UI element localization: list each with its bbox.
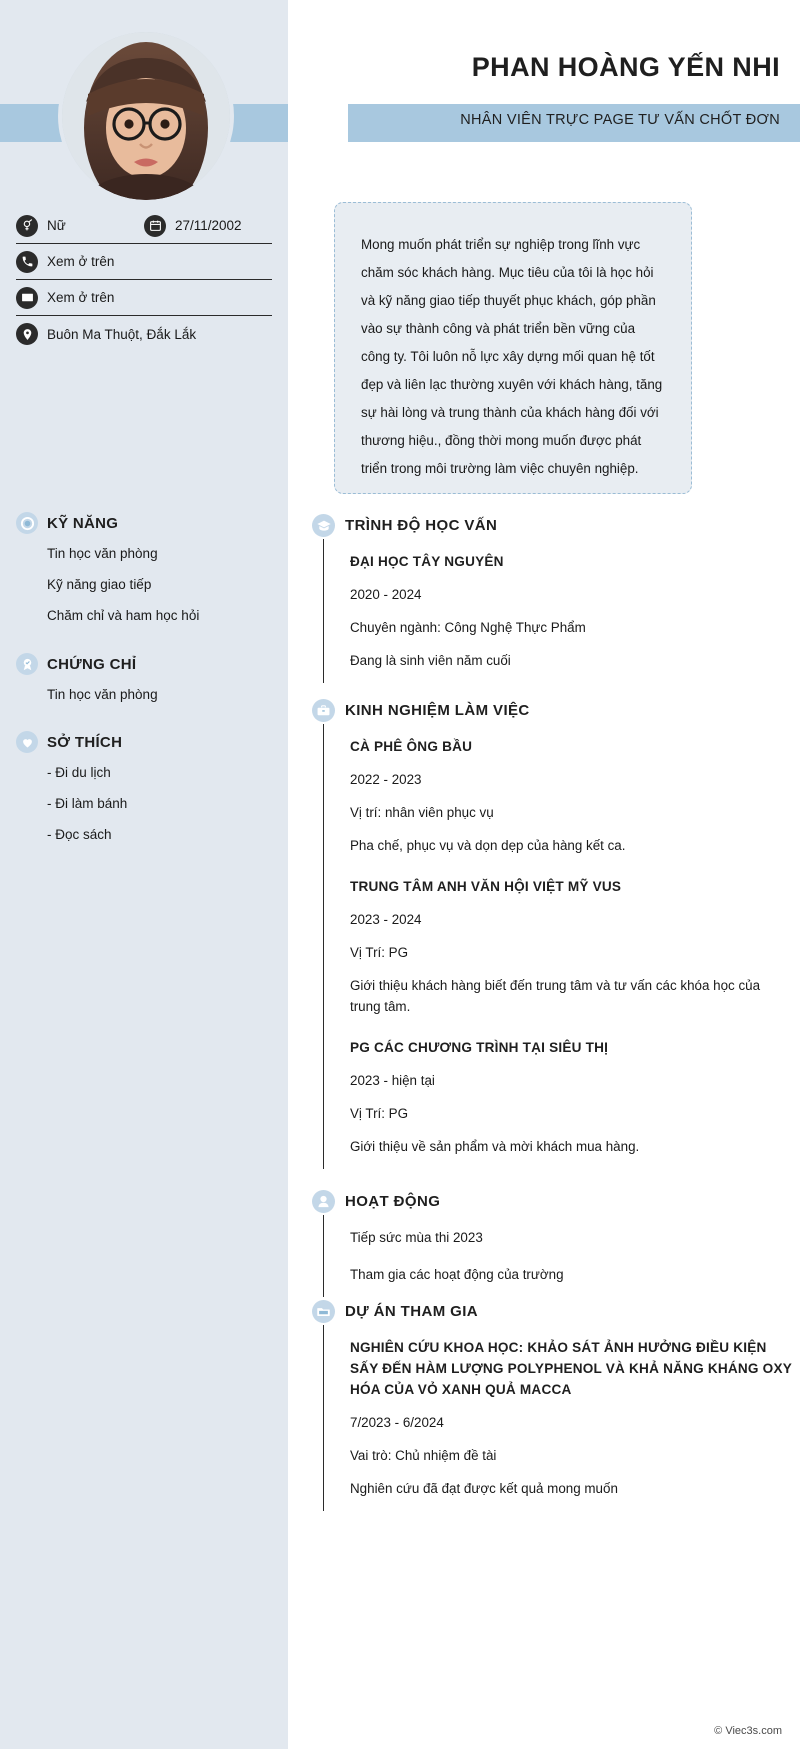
- section-activities: HOẠT ĐỘNG Tiếp sức mùa thi 2023 Tham gia…: [312, 1190, 792, 1297]
- experience-entry: CÀ PHÊ ÔNG BẦU 2022 - 2023 Vị trí: nhân …: [350, 736, 792, 856]
- experience-position: Vị Trí: PG: [350, 1106, 409, 1121]
- project-role: Vai trò: Chủ nhiệm đề tài: [350, 1448, 497, 1463]
- project-result: Nghiên cứu đã đạt được kết quả mong muốn: [350, 1481, 618, 1496]
- contact-item-gender: Nữ: [16, 214, 144, 237]
- avatar: [62, 32, 230, 200]
- section-experience: KINH NGHIỆM LÀM VIỆC CÀ PHÊ ÔNG BẦU 2022…: [312, 699, 792, 1169]
- job-title: NHÂN VIÊN TRỰC PAGE TƯ VẤN CHỐT ĐƠN: [460, 112, 780, 128]
- section-hobbies-header: SỞ THÍCH: [16, 731, 280, 753]
- section-skills-title: KỸ NĂNG: [47, 514, 119, 532]
- activity-item: Tiếp sức mùa thi 2023: [350, 1230, 483, 1245]
- contact-item-dob: 27/11/2002: [144, 214, 272, 237]
- education-entry: ĐẠI HỌC TÂY NGUYÊN 2020 - 2024 Chuyên ng…: [350, 551, 792, 671]
- header-band-gap: [288, 104, 348, 142]
- section-activities-header: HOẠT ĐỘNG: [312, 1190, 792, 1213]
- contact-row-gender-dob: Nữ 27/11/2002: [16, 208, 272, 244]
- heart-icon: [16, 731, 38, 753]
- email-icon: [16, 286, 38, 309]
- project-entry: NGHIÊN CỨU KHOA HỌC: KHẢO SÁT ẢNH HƯỞNG …: [350, 1337, 792, 1499]
- section-certificates: CHỨNG CHỈ Tin học văn phòng: [16, 653, 280, 710]
- certificates-list: Tin học văn phòng: [16, 679, 280, 710]
- section-projects-header: DỰ ÁN THAM GIA: [312, 1300, 792, 1323]
- graduation-cap-icon: [312, 514, 335, 537]
- skills-list: Tin học văn phòng Kỹ năng giao tiếp Chăm…: [16, 538, 280, 631]
- gender-icon: [16, 214, 38, 237]
- briefcase-icon: [312, 699, 335, 722]
- contact-item-location: Buôn Ma Thuột, Đắk Lắk: [16, 316, 272, 352]
- section-education: TRÌNH ĐỘ HỌC VẤN ĐẠI HỌC TÂY NGUYÊN 2020…: [312, 514, 792, 683]
- project-period: 7/2023 - 6/2024: [350, 1415, 444, 1430]
- section-experience-title: KINH NGHIỆM LÀM VIỆC: [345, 702, 530, 719]
- activities-list: Tiếp sức mùa thi 2023 Tham gia các hoạt …: [323, 1215, 792, 1297]
- contact-phone-value: Xem ở trên: [47, 254, 115, 269]
- project-folder-icon: [312, 1300, 335, 1323]
- experience-entry: PG CÁC CHƯƠNG TRÌNH TẠI SIÊU THỊ 2023 - …: [350, 1037, 792, 1157]
- page-title: PHAN HOÀNG YẾN NHI: [471, 52, 780, 82]
- projects-entries: NGHIÊN CỨU KHOA HỌC: KHẢO SÁT ẢNH HƯỞNG …: [323, 1325, 792, 1511]
- section-activities-title: HOẠT ĐỘNG: [345, 1193, 441, 1210]
- activity-icon: [312, 1190, 335, 1213]
- list-item: Chăm chỉ và ham học hỏi: [47, 608, 200, 623]
- section-education-header: TRÌNH ĐỘ HỌC VẤN: [312, 514, 792, 537]
- section-projects: DỰ ÁN THAM GIA NGHIÊN CỨU KHOA HỌC: KHẢO…: [312, 1300, 792, 1511]
- contact-item-email: Xem ở trên: [16, 280, 272, 316]
- contact-list: Nữ 27/11/2002 Xem ở trên Xem ở trên Buôn…: [16, 208, 272, 352]
- education-period: 2020 - 2024: [350, 587, 422, 602]
- phone-icon: [16, 250, 38, 273]
- section-skills-header: KỸ NĂNG: [16, 512, 280, 534]
- activity-item: Tham gia các hoạt động của trường: [350, 1267, 564, 1282]
- experience-position: Vị trí: nhân viên phục vụ: [350, 805, 494, 820]
- experience-description: Giới thiệu về sản phẩm và mời khách mua …: [350, 1139, 640, 1154]
- list-item: Kỹ năng giao tiếp: [47, 577, 152, 592]
- experience-entries: CÀ PHÊ ÔNG BẦU 2022 - 2023 Vị trí: nhân …: [323, 724, 792, 1169]
- section-hobbies-title: SỞ THÍCH: [47, 733, 123, 751]
- section-education-title: TRÌNH ĐỘ HỌC VẤN: [345, 517, 498, 534]
- contact-email-value: Xem ở trên: [47, 290, 115, 305]
- education-entries: ĐẠI HỌC TÂY NGUYÊN 2020 - 2024 Chuyên ng…: [323, 539, 792, 683]
- section-experience-header: KINH NGHIỆM LÀM VIỆC: [312, 699, 792, 722]
- section-certificates-title: CHỨNG CHỈ: [47, 655, 137, 673]
- experience-description: Pha chế, phục vụ và dọn dẹp của hàng kết…: [350, 838, 626, 853]
- education-school: ĐẠI HỌC TÂY NGUYÊN: [350, 554, 504, 569]
- experience-entry: TRUNG TÂM ANH VĂN HỘI VIỆT MỸ VUS 2023 -…: [350, 876, 792, 1017]
- contact-dob-value: 27/11/2002: [175, 218, 242, 233]
- list-item: Tin học văn phòng: [47, 546, 158, 561]
- list-item: - Đi du lịch: [47, 765, 111, 780]
- experience-company: PG CÁC CHƯƠNG TRÌNH TẠI SIÊU THỊ: [350, 1040, 609, 1055]
- calendar-icon: [144, 214, 166, 237]
- experience-period: 2023 - 2024: [350, 912, 422, 927]
- experience-position: Vị Trí: PG: [350, 945, 409, 960]
- experience-period: 2022 - 2023: [350, 772, 422, 787]
- experience-company: TRUNG TÂM ANH VĂN HỘI VIỆT MỸ VUS: [350, 879, 622, 894]
- section-skills: KỸ NĂNG Tin học văn phòng Kỹ năng giao t…: [16, 512, 280, 631]
- section-projects-title: DỰ ÁN THAM GIA: [345, 1303, 479, 1320]
- badge-award-icon: [16, 653, 38, 675]
- name-block: PHAN HOÀNG YẾN NHI: [340, 52, 780, 83]
- contact-item-phone: Xem ở trên: [16, 244, 272, 280]
- career-objective-text: Mong muốn phát triển sự nghiệp trong lĩn…: [361, 237, 663, 476]
- career-objective-box: Mong muốn phát triển sự nghiệp trong lĩn…: [334, 202, 692, 494]
- project-title: NGHIÊN CỨU KHOA HỌC: KHẢO SÁT ẢNH HƯỞNG …: [350, 1340, 792, 1397]
- avatar-portrait-icon: [62, 32, 230, 200]
- location-icon: [16, 323, 38, 345]
- section-hobbies: SỞ THÍCH - Đi du lịch - Đi làm bánh - Đọ…: [16, 731, 280, 850]
- list-item: - Đi làm bánh: [47, 796, 128, 811]
- hobbies-list: - Đi du lịch - Đi làm bánh - Đọc sách: [16, 757, 280, 850]
- experience-description: Giới thiệu khách hàng biết đến trung tâm…: [350, 978, 761, 1014]
- education-major: Chuyên ngành: Công Nghệ Thực Phẩm: [350, 620, 586, 635]
- list-item: - Đọc sách: [47, 827, 112, 842]
- footer-credit: © Viec3s.com: [714, 1725, 782, 1737]
- target-icon: [16, 512, 38, 534]
- experience-company: CÀ PHÊ ÔNG BẦU: [350, 739, 473, 754]
- contact-gender-value: Nữ: [47, 218, 66, 233]
- list-item: Tin học văn phòng: [47, 687, 158, 702]
- education-status: Đang là sinh viên năm cuối: [350, 653, 511, 668]
- cv-document: PHAN HOÀNG YẾN NHI NHÂN VIÊN TRỰC PAGE T…: [0, 0, 800, 1749]
- section-certificates-header: CHỨNG CHỈ: [16, 653, 280, 675]
- contact-location-value: Buôn Ma Thuột, Đắk Lắk: [47, 326, 197, 342]
- experience-period: 2023 - hiện tại: [350, 1073, 435, 1088]
